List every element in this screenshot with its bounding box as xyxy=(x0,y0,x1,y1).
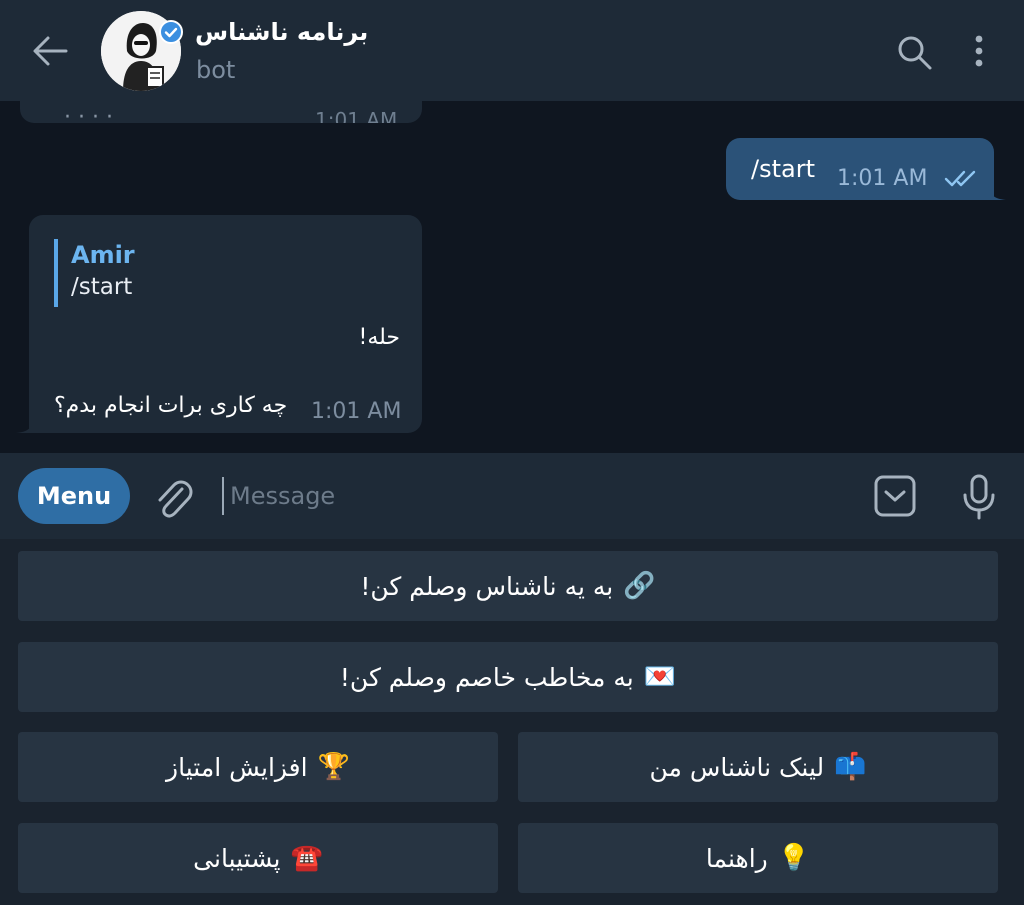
read-double-check-icon xyxy=(944,170,976,187)
previous-message-time: 1:01 AM xyxy=(315,108,398,123)
menu-button[interactable]: Menu xyxy=(18,468,130,524)
bot-keyboard-toggle-icon[interactable] xyxy=(874,475,916,517)
light-bulb-icon: 💡 xyxy=(777,843,811,873)
connect-anonymous-button[interactable]: 🔗 به یه ناشناس وصلم کن! xyxy=(18,551,998,621)
increase-score-label: افزایش امتیاز xyxy=(166,752,308,782)
reply-quote-author: Amir xyxy=(71,241,135,269)
previous-message-fragment: · · · · xyxy=(64,105,113,123)
support-button[interactable]: ☎️ پشتیبانی xyxy=(18,823,498,893)
incoming-message-bubble[interactable]: Amir /start حله! چه کاری برات انجام بدم؟… xyxy=(29,215,422,433)
search-icon[interactable] xyxy=(894,32,934,72)
incoming-message-line-1: حله! xyxy=(358,325,401,350)
connect-special-contact-button[interactable]: 💌 به مخاطب خاصم وصلم کن! xyxy=(18,642,998,712)
message-list[interactable]: · · · · 1:01 AM /start 1:01 AM Amir /sta… xyxy=(0,101,1024,453)
verified-badge-icon xyxy=(159,20,183,44)
bot-reply-keyboard: 🔗 به یه ناشناس وصلم کن! 💌 به مخاطب خاصم … xyxy=(0,539,1024,905)
chat-header: برنامه ناشناس bot xyxy=(0,0,1024,101)
microphone-icon[interactable] xyxy=(960,473,998,521)
love-letter-icon: 💌 xyxy=(643,662,677,692)
help-label: راهنما xyxy=(705,843,768,873)
back-arrow-icon[interactable] xyxy=(30,33,70,69)
outgoing-message-time: 1:01 AM xyxy=(837,166,928,191)
paperclip-icon[interactable] xyxy=(152,475,194,519)
my-anonymous-link-label: لینک ناشناس من xyxy=(649,752,825,782)
link-icon: 🔗 xyxy=(623,571,656,601)
support-label: پشتیبانی xyxy=(193,843,281,873)
outgoing-message-bubble[interactable]: /start 1:01 AM xyxy=(726,138,994,200)
telephone-icon: ☎️ xyxy=(290,843,323,873)
my-anonymous-link-button[interactable]: 📫 لینک ناشناس من xyxy=(518,732,998,802)
incoming-bubble-tail xyxy=(16,417,34,433)
message-composer: Menu xyxy=(0,453,1024,539)
reply-quote-text: /start xyxy=(71,274,133,300)
connect-special-contact-label: به مخاطب خاصم وصلم کن! xyxy=(339,662,634,692)
chat-subtitle: bot xyxy=(196,56,236,84)
mailbox-icon: 📫 xyxy=(834,752,867,782)
outgoing-bubble-tail xyxy=(988,184,1006,200)
chat-title[interactable]: برنامه ناشناس xyxy=(195,18,368,46)
increase-score-button[interactable]: 🏆 افزایش امتیاز xyxy=(18,732,498,802)
help-button[interactable]: 💡 راهنما xyxy=(518,823,998,893)
more-vertical-icon[interactable] xyxy=(962,32,996,72)
incoming-message-line-2: چه کاری برات انجام بدم؟ xyxy=(54,393,288,418)
trophy-icon: 🏆 xyxy=(317,752,350,782)
connect-anonymous-label: به یه ناشناس وصلم کن! xyxy=(360,571,614,601)
reply-quote[interactable]: Amir /start xyxy=(54,239,374,307)
incoming-message-time: 1:01 AM xyxy=(311,399,402,424)
previous-message-bubble[interactable]: · · · · 1:01 AM xyxy=(20,101,422,123)
outgoing-message-text: /start xyxy=(751,155,815,183)
message-input[interactable] xyxy=(222,477,842,515)
